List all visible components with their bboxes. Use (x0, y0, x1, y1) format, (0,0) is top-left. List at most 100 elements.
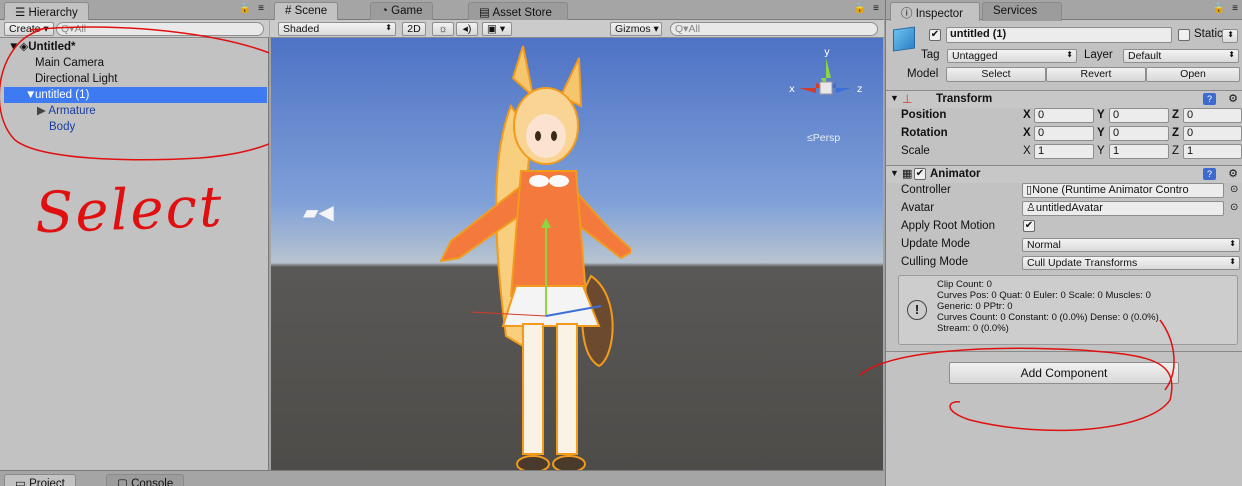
rotation-x-label[interactable]: X (1023, 127, 1031, 139)
layer-label: Layer (1084, 49, 1113, 61)
expand-down-icon[interactable]: ▼ (890, 93, 899, 103)
grid-icon: # (285, 5, 295, 17)
rotation-label: Rotation (901, 127, 948, 139)
gizmo-z-label: z (857, 84, 862, 95)
scale-x-field[interactable]: 1 (1034, 144, 1094, 159)
tab-inspector[interactable]: ⓘ Inspector (890, 2, 980, 21)
culling-mode-dropdown[interactable]: Cull Update Transforms (1022, 256, 1240, 270)
apply-root-motion-checkbox[interactable]: ✔ (1023, 220, 1035, 232)
static-dropdown[interactable] (1222, 29, 1238, 43)
scene-viewport[interactable]: y x z ≤Persp ▰◀ (271, 38, 883, 470)
avatar-icon: ♙ (1026, 202, 1036, 214)
tag-dropdown[interactable]: Untagged (947, 49, 1077, 63)
persp-label[interactable]: ≤Persp (807, 132, 840, 144)
scale-x-label[interactable]: X (1023, 145, 1031, 157)
object-picker-icon[interactable]: ⊙ (1230, 202, 1238, 213)
gameobject-cube-icon (893, 26, 915, 52)
mode-2d-button[interactable]: 2D (402, 22, 426, 36)
scale-y-label[interactable]: Y (1097, 145, 1105, 157)
inspector-tabbar: ⓘ Inspector Services 🔒 ≡ (886, 0, 1242, 21)
scene-panel: # Scene ◔ Game ▤ Asset Store 🔒 ≡ Shaded … (270, 0, 884, 470)
red-circle-annotation (0, 26, 269, 161)
lock-icon[interactable]: 🔒 (239, 3, 251, 14)
active-checkbox[interactable]: ✔ (929, 29, 941, 41)
game-controller-icon: ◔ (381, 5, 392, 17)
rotation-x-field[interactable]: 0 (1034, 126, 1094, 141)
static-checkbox[interactable] (1178, 29, 1190, 41)
position-z-label[interactable]: Z (1172, 109, 1179, 121)
model-revert-button[interactable]: Revert (1046, 67, 1146, 82)
gizmo-center-cube[interactable] (819, 81, 833, 95)
update-mode-label: Update Mode (901, 238, 971, 250)
culling-mode-label: Culling Mode (901, 256, 969, 268)
red-circle-add-component-annotation (859, 319, 1175, 432)
apply-root-motion-label: Apply Root Motion (901, 220, 995, 232)
help-icon[interactable]: ? (1203, 168, 1216, 180)
help-icon[interactable]: ? (1203, 93, 1216, 105)
camera-icon[interactable]: ▰◀ (303, 200, 334, 225)
scene-tabbar: # Scene ◔ Game ▤ Asset Store 🔒 ≡ (270, 0, 884, 21)
rotation-y-label[interactable]: Y (1097, 127, 1105, 139)
transform-axes-icon: ⊥ (902, 92, 913, 106)
object-picker-icon[interactable]: ⊙ (1230, 184, 1238, 195)
select-annotation-text: Select (33, 174, 225, 247)
menu-icon[interactable]: ≡ (873, 3, 879, 14)
shading-mode-dropdown[interactable]: Shaded (278, 22, 396, 36)
position-y-field[interactable]: 0 (1109, 108, 1169, 123)
animator-icon: ▦ (902, 168, 913, 180)
scale-z-label[interactable]: Z (1172, 145, 1179, 157)
lock-icon[interactable]: 🔒 (854, 3, 866, 14)
tab-console[interactable]: ▢ Console (106, 474, 185, 486)
character-model[interactable] (411, 38, 631, 470)
animator-header[interactable]: ▼ ▦ ✔ Animator ? ⚙ (886, 165, 1242, 183)
rotation-z-label[interactable]: Z (1172, 127, 1179, 139)
avatar-field[interactable]: ♙untitledAvatar (1022, 201, 1224, 216)
scene-search-input[interactable]: Q▾All (670, 22, 878, 36)
layer-dropdown[interactable]: Default (1123, 49, 1239, 63)
rotation-y-field[interactable]: 0 (1109, 126, 1169, 141)
tab-hierarchy[interactable]: ☰ Hierarchy (4, 2, 89, 21)
object-name-field[interactable]: untitled (1) (946, 27, 1172, 43)
scale-y-field[interactable]: 1 (1109, 144, 1169, 159)
static-label: Static (1194, 28, 1223, 40)
rotation-z-field[interactable]: 0 (1183, 126, 1242, 141)
menu-icon[interactable]: ≡ (1232, 3, 1238, 14)
stat-clip-count: Clip Count: 0 (937, 279, 992, 290)
position-x-label[interactable]: X (1023, 109, 1031, 121)
list-icon: ☰ (15, 7, 29, 19)
hierarchy-panel: ☰ Hierarchy 🔒 ≡ Create ▾ Q▾All ▼◈Untitle… (0, 0, 269, 470)
effects-dropdown-icon[interactable]: ▣ ▾ (482, 22, 512, 36)
model-open-button[interactable]: Open (1146, 67, 1240, 82)
tab-scene[interactable]: # Scene (274, 2, 339, 21)
avatar-label: Avatar (901, 202, 935, 214)
menu-icon[interactable]: ≡ (258, 3, 264, 14)
scene-toolbar: Shaded 2D ☼ ◂) ▣ ▾ Gizmos ▾ Q▾All (270, 20, 884, 38)
tab-services[interactable]: Services (982, 2, 1062, 21)
position-x-field[interactable]: 0 (1034, 108, 1094, 123)
transform-header[interactable]: ▼ ⊥ Transform ? ⚙ (886, 90, 1242, 108)
model-select-button[interactable]: Select (946, 67, 1046, 82)
tab-game[interactable]: ◔ Game (370, 2, 434, 21)
position-z-field[interactable]: 0 (1183, 108, 1242, 123)
console-icon: ▢ (117, 478, 132, 486)
info-icon: ⓘ (901, 8, 916, 20)
scene-orientation-gizmo[interactable]: y x z (781, 43, 871, 133)
gear-icon[interactable]: ⚙ (1228, 92, 1238, 105)
controller-field[interactable]: ▯None (Runtime Animator Contro (1022, 183, 1224, 198)
expand-down-icon[interactable]: ▼ (890, 168, 899, 178)
hierarchy-tabbar: ☰ Hierarchy 🔒 ≡ (0, 0, 269, 21)
gear-icon[interactable]: ⚙ (1228, 167, 1238, 180)
gizmo-x-label: x (789, 84, 795, 95)
gizmos-dropdown[interactable]: Gizmos ▾ (610, 22, 662, 36)
controller-label: Controller (901, 184, 951, 196)
tab-project[interactable]: ▭ Project (4, 474, 76, 486)
tab-asset-store[interactable]: ▤ Asset Store (468, 2, 568, 21)
audio-toggle-icon[interactable]: ◂) (456, 22, 478, 36)
scale-z-field[interactable]: 1 (1183, 144, 1242, 159)
position-y-label[interactable]: Y (1097, 109, 1105, 121)
animator-enabled-checkbox[interactable]: ✔ (914, 168, 926, 180)
lock-icon[interactable]: 🔒 (1213, 3, 1225, 14)
character-outline (439, 45, 631, 470)
lighting-toggle-icon[interactable]: ☼ (432, 22, 454, 36)
update-mode-dropdown[interactable]: Normal (1022, 238, 1240, 252)
